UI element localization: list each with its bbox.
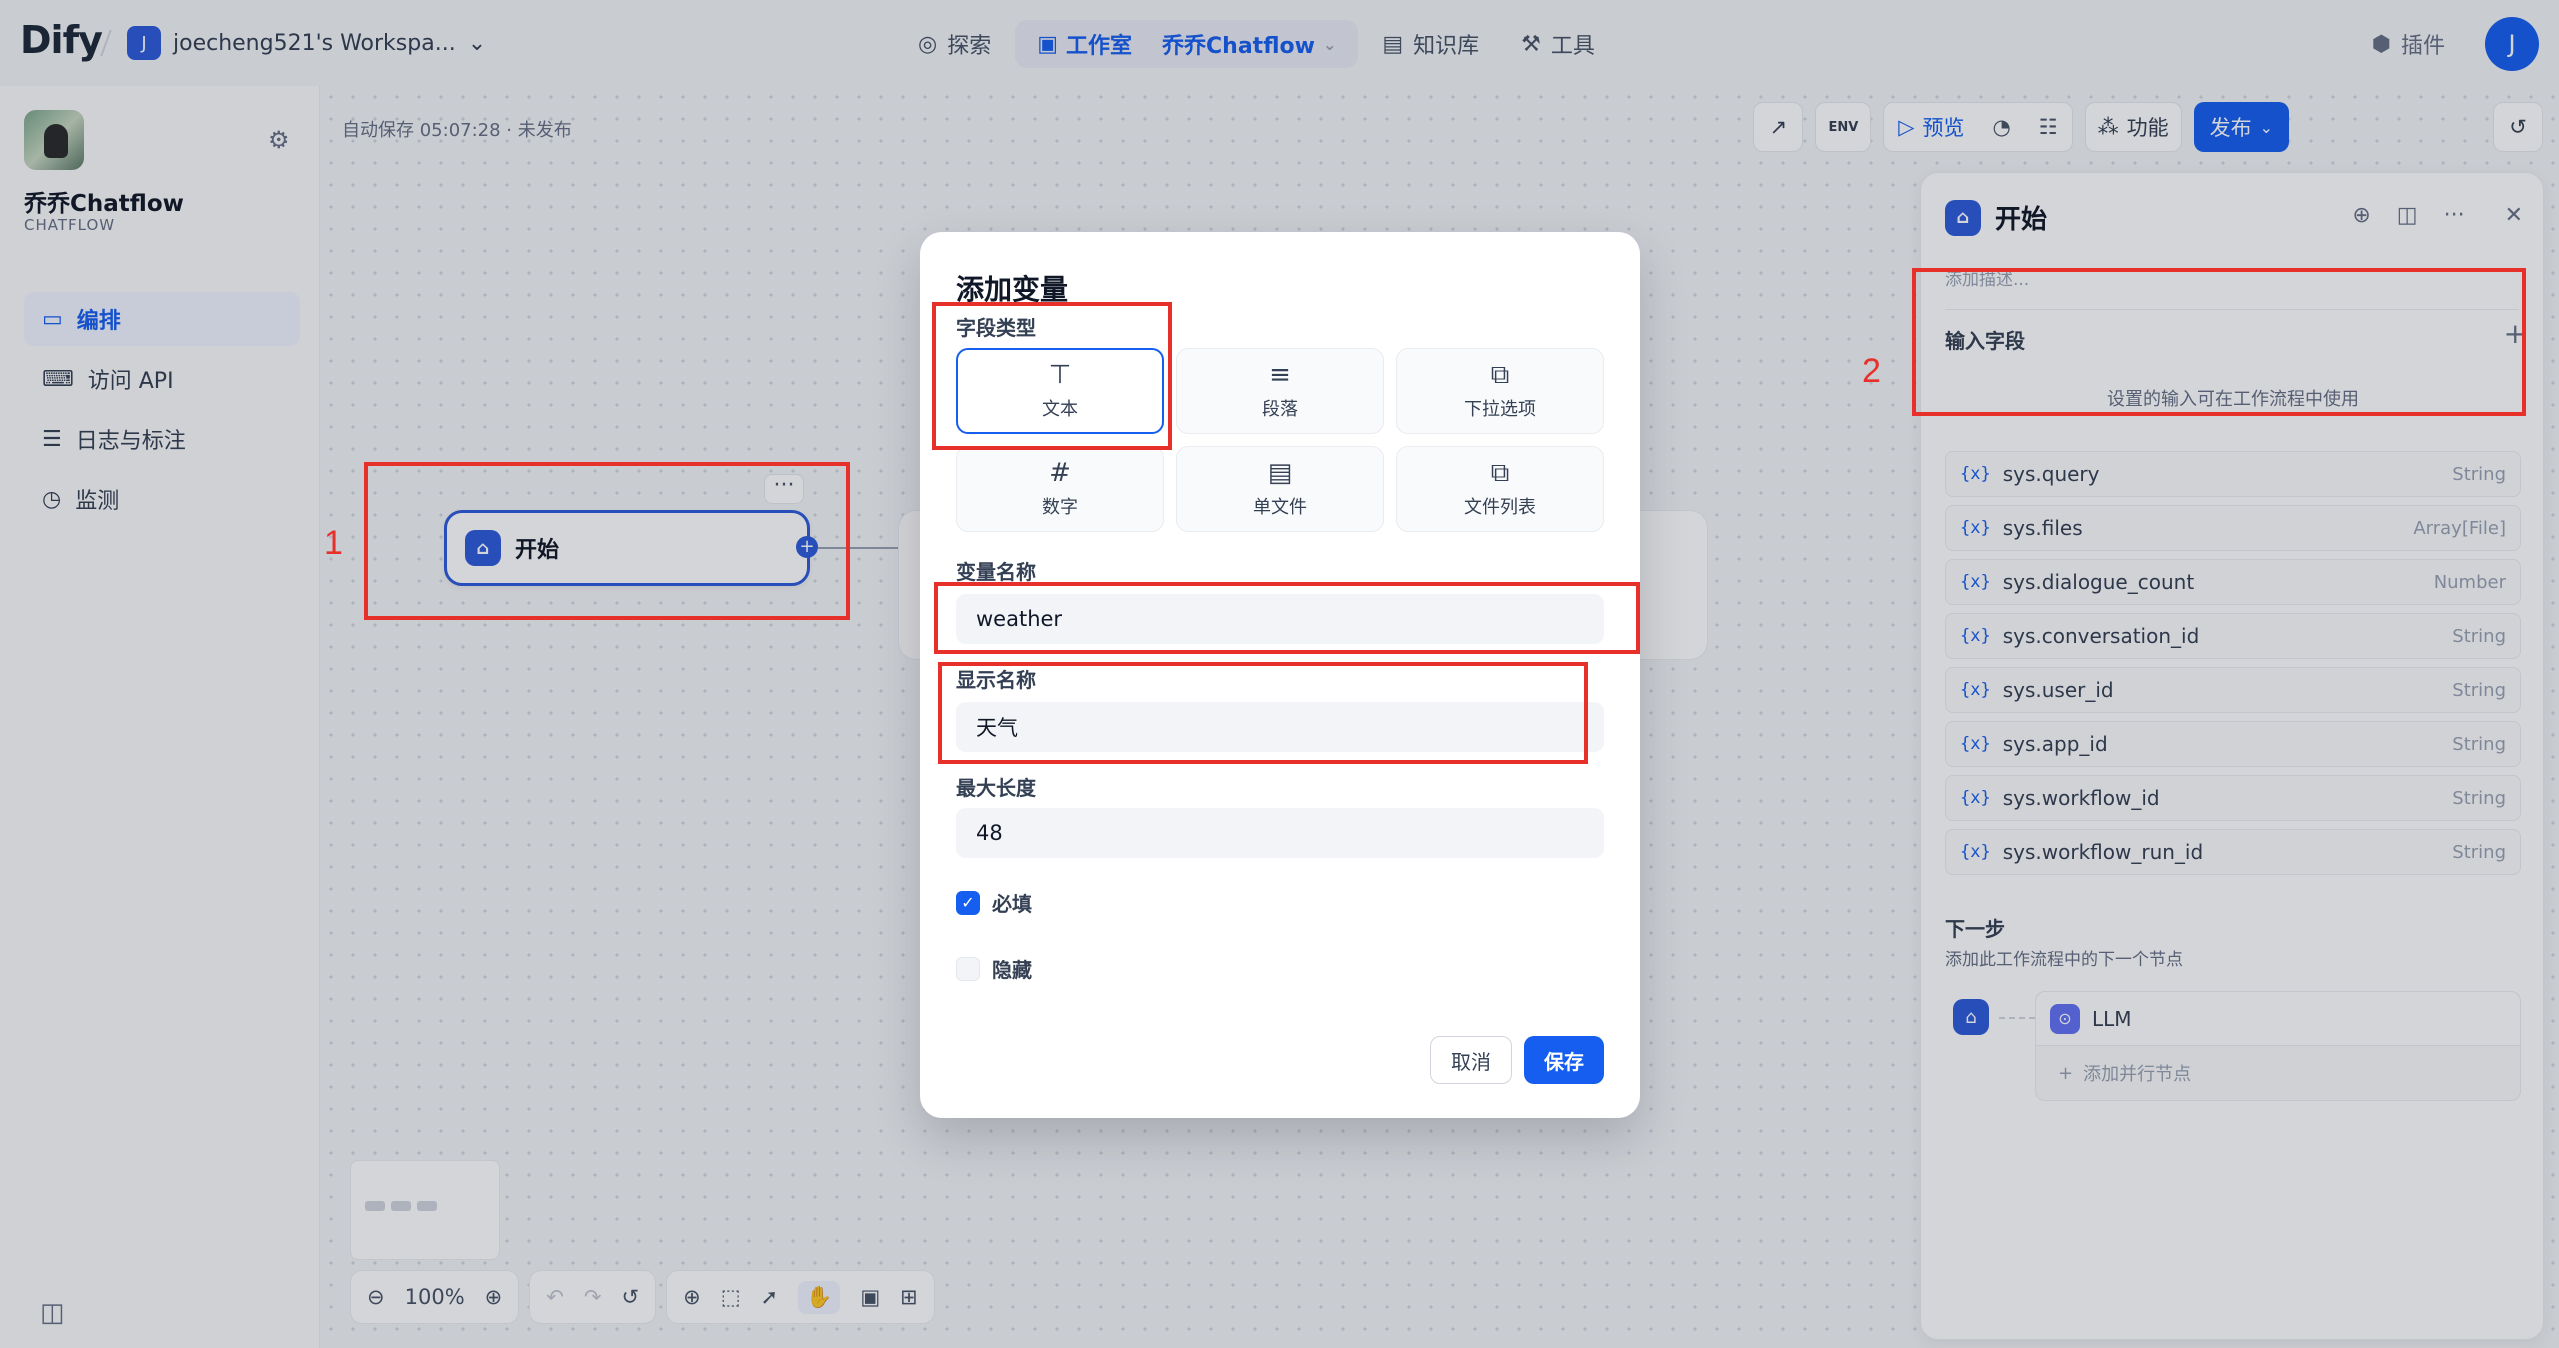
file-list-icon: ⧉ bbox=[1490, 458, 1510, 488]
annotation-box bbox=[932, 302, 1172, 450]
save-button[interactable]: 保存 bbox=[1524, 1036, 1604, 1084]
hidden-checkbox[interactable]: 隐藏 bbox=[956, 954, 1032, 983]
checkbox-box bbox=[956, 956, 980, 981]
annotation-box bbox=[938, 662, 1588, 764]
paragraph-icon: ≡ bbox=[1269, 360, 1291, 390]
type-file-list[interactable]: ⧉ 文件列表 bbox=[1396, 446, 1604, 532]
type-single-file[interactable]: ▤ 单文件 bbox=[1176, 446, 1384, 532]
annotation-box bbox=[934, 582, 1640, 654]
cancel-button[interactable]: 取消 bbox=[1430, 1036, 1512, 1084]
type-select[interactable]: ⧉ 下拉选项 bbox=[1396, 348, 1604, 434]
variable-name-label: 变量名称 bbox=[956, 560, 1036, 584]
max-length-label: 最大长度 bbox=[956, 776, 1036, 800]
type-number[interactable]: # 数字 bbox=[956, 446, 1164, 532]
required-checkbox[interactable]: ✓ 必填 bbox=[956, 888, 1032, 917]
annotation-number-1: 1 bbox=[324, 524, 343, 562]
annotation-box bbox=[364, 462, 850, 620]
hash-icon: # bbox=[1049, 458, 1071, 488]
file-icon: ▤ bbox=[1267, 458, 1293, 488]
annotation-box bbox=[1912, 268, 2526, 416]
select-icon: ⧉ bbox=[1490, 360, 1510, 390]
annotation-number-2: 2 bbox=[1862, 352, 1881, 390]
max-length-input[interactable]: 48 bbox=[956, 808, 1604, 858]
type-paragraph[interactable]: ≡ 段落 bbox=[1176, 348, 1384, 434]
check-icon: ✓ bbox=[956, 890, 980, 915]
